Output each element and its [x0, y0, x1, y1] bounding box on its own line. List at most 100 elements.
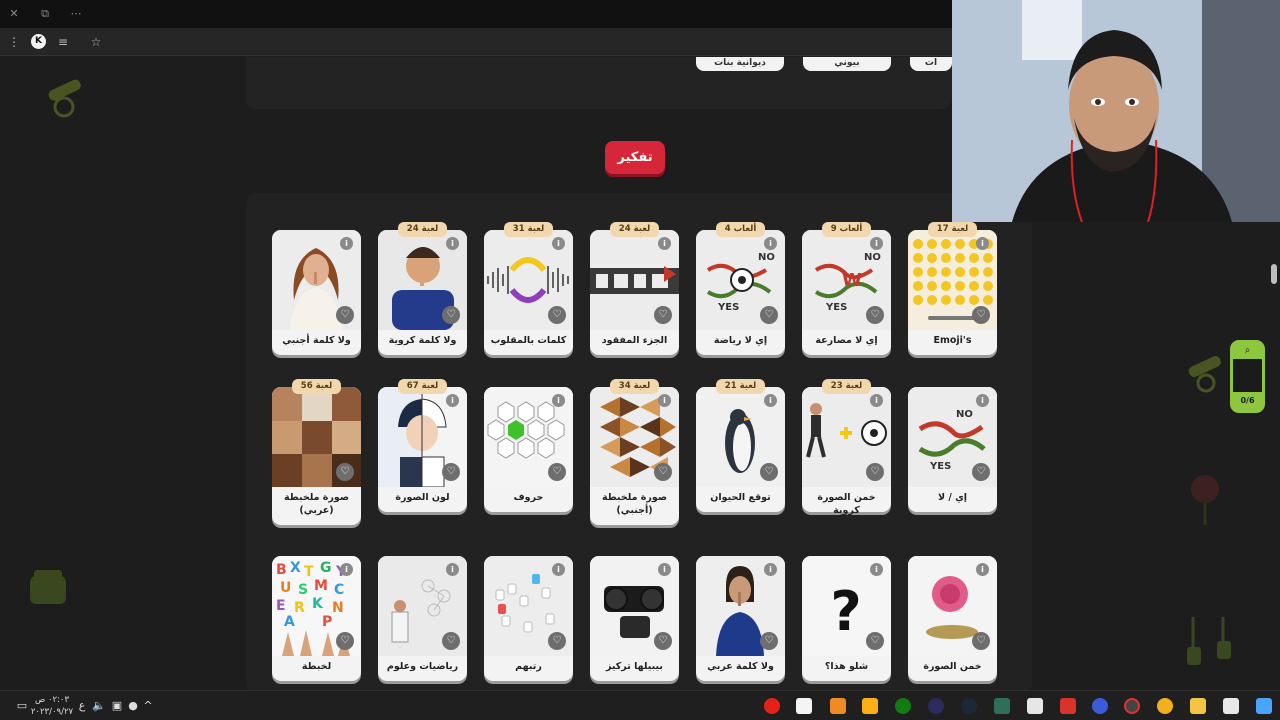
vlc-app-icon[interactable]	[830, 698, 846, 714]
favorite-heart-icon[interactable]: ♡	[548, 463, 566, 481]
category-pill-girls[interactable]: ديوانية بنات	[696, 57, 784, 71]
game-card-missing-part[interactable]: 24 لعبة i ♡ الجزء المفقود	[590, 222, 679, 355]
recorder-app-icon[interactable]	[1124, 698, 1140, 714]
game-card-yes-no[interactable]: NO YES i ♡ إي / لا	[908, 387, 997, 512]
info-icon[interactable]: i	[340, 563, 353, 576]
chrome-app-icon[interactable]	[1157, 698, 1173, 714]
favorite-heart-icon[interactable]: ♡	[336, 463, 354, 481]
info-icon[interactable]: i	[658, 563, 671, 576]
game-card-reversed-words[interactable]: 31 لعبة i ♡ كلمات بالمقلوب	[484, 222, 573, 355]
favorite-heart-icon[interactable]: ♡	[760, 463, 778, 481]
favorite-heart-icon[interactable]: ♡	[972, 306, 990, 324]
game-card-guess-animal[interactable]: 21 لعبة i ♡ توقع الحيوان	[696, 379, 785, 512]
language-indicator[interactable]: ع	[76, 691, 88, 720]
game-card-letters[interactable]: i ♡ حروف	[484, 387, 573, 512]
favorite-heart-icon[interactable]: ♡	[442, 306, 460, 324]
info-icon[interactable]: i	[552, 563, 565, 576]
more-options-icon[interactable]: ⋯	[68, 6, 84, 22]
category-pill-partial[interactable]: ات	[910, 57, 952, 71]
restore-window-icon[interactable]: ⧉	[37, 6, 53, 22]
favorite-heart-icon[interactable]: ♡	[548, 632, 566, 650]
game-card-guess-image[interactable]: i ♡ خمن الصورة	[908, 556, 997, 681]
info-icon[interactable]: i	[870, 563, 883, 576]
game-card-math-science[interactable]: i ♡ رياضيات وعلوم	[378, 556, 467, 681]
favorite-heart-icon[interactable]: ♡	[972, 463, 990, 481]
info-icon[interactable]: i	[552, 394, 565, 407]
menu-dots-icon[interactable]: ⋮	[7, 34, 21, 50]
info-icon[interactable]: i	[976, 394, 989, 407]
favorite-heart-icon[interactable]: ♡	[336, 632, 354, 650]
media-app-icon[interactable]	[928, 698, 944, 714]
battle-app-icon[interactable]	[1060, 698, 1076, 714]
info-icon[interactable]: i	[446, 237, 459, 250]
favorite-heart-icon[interactable]: ♡	[972, 632, 990, 650]
windows-start-icon[interactable]	[1256, 698, 1272, 714]
favorite-heart-icon[interactable]: ♡	[654, 632, 672, 650]
close-window-icon[interactable]: ✕	[6, 6, 22, 22]
info-icon[interactable]: i	[658, 394, 671, 407]
favorite-heart-icon[interactable]: ♡	[654, 463, 672, 481]
game-card-no-football-word[interactable]: 24 لعبة i ♡ ولا كلمة كروية	[378, 222, 467, 355]
info-icon[interactable]: i	[764, 563, 777, 576]
game-card-no-arabic-word[interactable]: i ♡ ولا كلمة عربي	[696, 556, 785, 681]
network-icon[interactable]: ▣	[110, 691, 124, 720]
info-icon[interactable]: i	[764, 394, 777, 407]
game-card-guess-football-image[interactable]: 23 لعبة i ♡ خمن الصورة كروية	[802, 379, 891, 516]
volume-icon[interactable]: 🔈	[92, 691, 106, 720]
favorite-heart-icon[interactable]: ♡	[336, 306, 354, 324]
search-icon[interactable]: ⌕	[1233, 343, 1262, 359]
game-card-scrambled-image-foreign[interactable]: 34 لعبة i ♡ صورة ملخبطة (أجنبي)	[590, 379, 679, 525]
favorite-heart-icon[interactable]: ♡	[866, 306, 884, 324]
game-bar-app-icon[interactable]	[994, 698, 1010, 714]
favorite-heart-icon[interactable]: ♡	[442, 463, 460, 481]
game-card-yes-no-sports[interactable]: NO YES 4 ألعاب i ♡ إي لا رياضة	[696, 222, 785, 355]
capcut-app-icon[interactable]	[796, 698, 812, 714]
game-card-scrambled-image-arabic[interactable]: 56 لعبة ♡ صورة ملخبطة (عربي)	[272, 379, 361, 525]
youtube-app-icon[interactable]	[764, 698, 780, 714]
store-app-icon[interactable]	[1223, 698, 1239, 714]
steam-app-icon[interactable]	[961, 698, 977, 714]
discord-app-icon[interactable]	[1092, 698, 1108, 714]
info-icon[interactable]: i	[976, 237, 989, 250]
queue-icon[interactable]: ≡	[56, 34, 70, 50]
game-card-what-is-this[interactable]: ? i ♡ شلو هذا؟	[802, 556, 891, 681]
bookmark-star-icon[interactable]: ☆	[88, 34, 104, 50]
game-card-arrange-them[interactable]: i ♡ رتبهم	[484, 556, 573, 681]
favorite-heart-icon[interactable]: ♡	[654, 306, 672, 324]
favorite-heart-icon[interactable]: ♡	[760, 632, 778, 650]
game-card-no-foreign-word[interactable]: i ♡ ولا كلمة أجنبي	[272, 230, 361, 355]
info-icon[interactable]: i	[976, 563, 989, 576]
game-card-emojis[interactable]: 17 لعبة i ♡ Emoji's	[908, 222, 997, 355]
info-icon[interactable]: i	[658, 237, 671, 250]
favorite-heart-icon[interactable]: ♡	[442, 632, 460, 650]
info-icon[interactable]: i	[870, 237, 883, 250]
microphone-icon[interactable]: ●	[127, 691, 139, 720]
info-icon[interactable]: i	[870, 394, 883, 407]
search-widget[interactable]: ⌕ 0/6	[1230, 340, 1265, 413]
info-icon[interactable]: i	[552, 237, 565, 250]
info-icon[interactable]: i	[764, 237, 777, 250]
page-scrollbar-thumb[interactable]	[1271, 264, 1277, 284]
chevron-up-icon[interactable]: ^	[142, 691, 154, 720]
game-card-image-color[interactable]: 67 لعبة i ♡ لون الصورة	[378, 379, 467, 512]
system-clock[interactable]: ٠٢:٠٣ ص ٢٠٢٣/٠٩/٢٧	[30, 694, 74, 718]
info-icon[interactable]: i	[446, 394, 459, 407]
favorite-heart-icon[interactable]: ♡	[760, 306, 778, 324]
game-card-jumble[interactable]: BXT GYU SMC ERK NAP i ♡ لخبطة	[272, 556, 361, 681]
profile-avatar[interactable]: K	[31, 34, 46, 49]
arc-app-icon[interactable]	[1027, 698, 1043, 714]
favorite-heart-icon[interactable]: ♡	[548, 306, 566, 324]
game-card-focus[interactable]: i ♡ بيبيلها تركيز	[590, 556, 679, 681]
notification-icon[interactable]: ▭	[14, 691, 30, 720]
rockstar-app-icon[interactable]	[862, 698, 878, 714]
xbox-app-icon[interactable]	[895, 698, 911, 714]
clock-date: ٢٠٢٣/٠٩/٢٧	[30, 707, 74, 717]
category-pill-biyouni[interactable]: بيوني	[803, 57, 891, 71]
game-card-yes-no-wrestling[interactable]: NO YES W 9 ألعاب i ♡ إي لا مصارعة	[802, 222, 891, 355]
category-tafkeer-button[interactable]: تفكير	[605, 141, 665, 174]
favorite-heart-icon[interactable]: ♡	[866, 463, 884, 481]
info-icon[interactable]: i	[446, 563, 459, 576]
favorite-heart-icon[interactable]: ♡	[866, 632, 884, 650]
info-icon[interactable]: i	[340, 237, 353, 250]
file-explorer-app-icon[interactable]	[1190, 698, 1206, 714]
